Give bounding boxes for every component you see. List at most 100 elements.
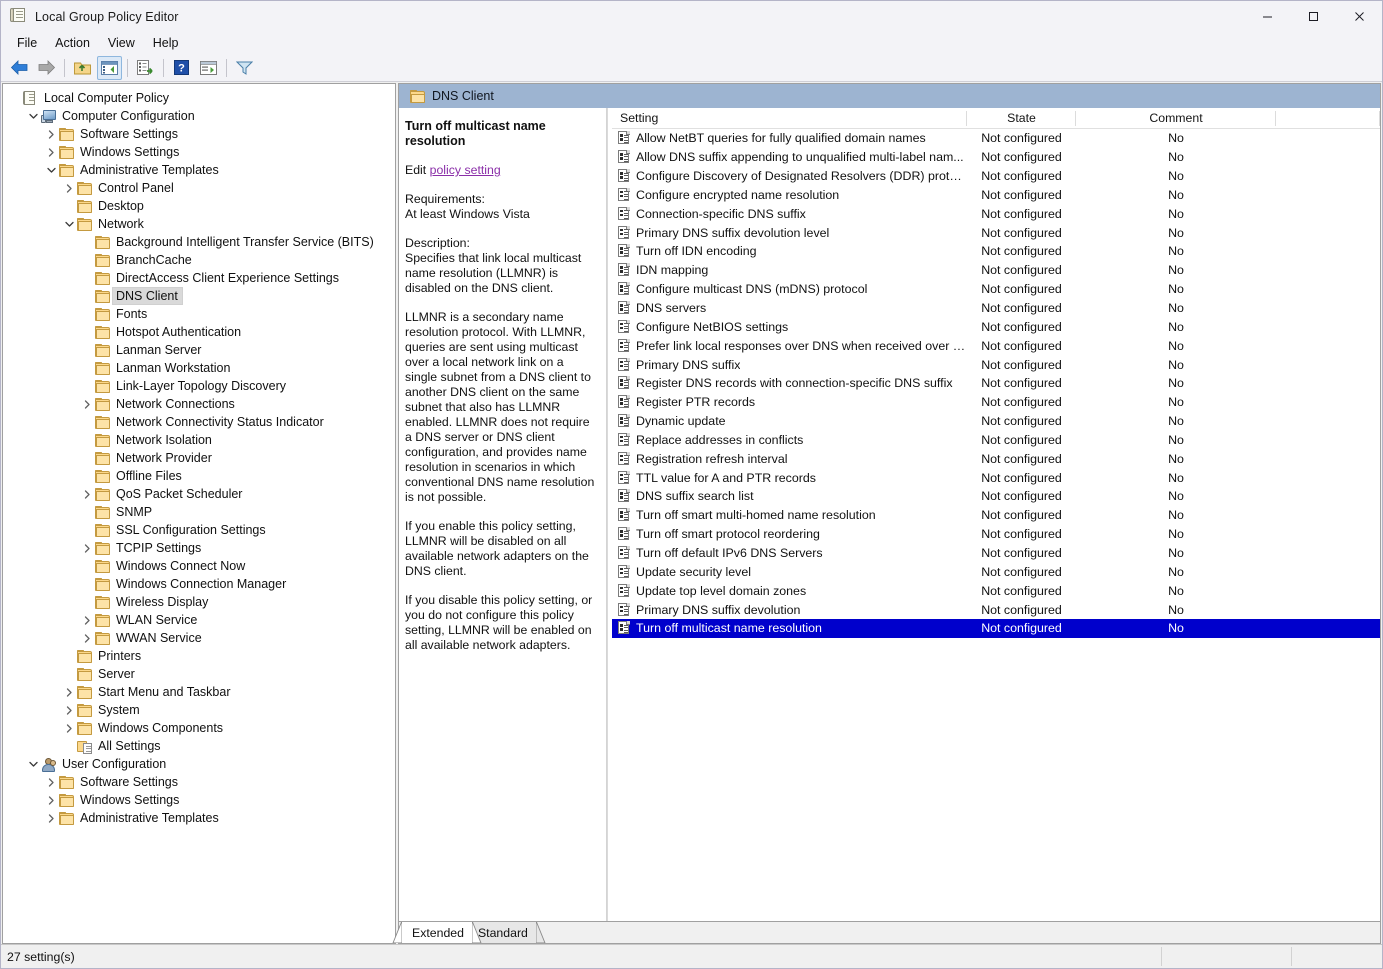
table-row[interactable]: Configure multicast DNS (mDNS) protocol N… — [612, 280, 1380, 299]
tree-item-software-settings[interactable]: Software Settings — [3, 773, 395, 791]
chevron-down-icon[interactable] — [25, 756, 41, 772]
table-row[interactable]: Turn off smart multi-homed name resoluti… — [612, 506, 1380, 525]
tree-item-branchcache[interactable]: BranchCache — [3, 251, 395, 269]
tree-item-control-panel[interactable]: Control Panel — [3, 179, 395, 197]
tree-item-network-connectivity-status-indicator[interactable]: Network Connectivity Status Indicator — [3, 413, 395, 431]
tree-item-background-intelligent-transfer-service-bits[interactable]: Background Intelligent Transfer Service … — [3, 233, 395, 251]
forward-icon[interactable] — [34, 56, 59, 80]
table-row[interactable]: Update top level domain zones Not configu… — [612, 581, 1380, 600]
show-hide-action-pane-icon[interactable] — [196, 56, 221, 80]
tree-item-hotspot-authentication[interactable]: Hotspot Authentication — [3, 323, 395, 341]
tree-item-lanman-workstation[interactable]: Lanman Workstation — [3, 359, 395, 377]
chevron-right-icon[interactable] — [43, 810, 59, 826]
menu-view[interactable]: View — [99, 34, 144, 52]
table-row[interactable]: Primary DNS suffix devolution level Not c… — [612, 223, 1380, 242]
menu-help[interactable]: Help — [144, 34, 188, 52]
tree-item-windows-connect-now[interactable]: Windows Connect Now — [3, 557, 395, 575]
tree-item-fonts[interactable]: Fonts — [3, 305, 395, 323]
tree-item-tcpip-settings[interactable]: TCPIP Settings — [3, 539, 395, 557]
tree-item-snmp[interactable]: SNMP — [3, 503, 395, 521]
export-list-icon[interactable] — [133, 56, 158, 80]
tree-item-server[interactable]: Server — [3, 665, 395, 683]
tree-item-windows-settings[interactable]: Windows Settings — [3, 143, 395, 161]
tree-item-windows-components[interactable]: Windows Components — [3, 719, 395, 737]
table-row[interactable]: Register PTR records Not configured No — [612, 393, 1380, 412]
table-row[interactable]: DNS suffix search list Not configured No — [612, 487, 1380, 506]
chevron-right-icon[interactable] — [43, 792, 59, 808]
chevron-right-icon[interactable] — [61, 180, 77, 196]
close-button[interactable] — [1336, 1, 1382, 32]
chevron-down-icon[interactable] — [43, 162, 59, 178]
tree-item-wlan-service[interactable]: WLAN Service — [3, 611, 395, 629]
help-icon[interactable]: ? — [169, 56, 194, 80]
table-row[interactable]: Replace addresses in conflicts Not config… — [612, 431, 1380, 450]
tree-item-desktop[interactable]: Desktop — [3, 197, 395, 215]
table-row[interactable]: Allow DNS suffix appending to unqualifie… — [612, 148, 1380, 167]
chevron-right-icon[interactable] — [79, 630, 95, 646]
tree-item-dns-client[interactable]: DNS Client — [3, 287, 395, 305]
chevron-right-icon[interactable] — [61, 702, 77, 718]
column-header-state[interactable]: State — [967, 108, 1076, 129]
table-row[interactable]: Update security level Not configured No — [612, 562, 1380, 581]
tree-item-system[interactable]: System — [3, 701, 395, 719]
chevron-right-icon[interactable] — [79, 486, 95, 502]
tree-item-wireless-display[interactable]: Wireless Display — [3, 593, 395, 611]
tree-item-network-provider[interactable]: Network Provider — [3, 449, 395, 467]
table-row[interactable]: Configure Discovery of Designated Resolv… — [612, 167, 1380, 186]
show-hide-console-tree-icon[interactable] — [97, 55, 122, 80]
column-header-comment[interactable]: Comment — [1076, 108, 1276, 129]
chevron-down-icon[interactable] — [25, 108, 41, 124]
back-icon[interactable] — [7, 56, 32, 80]
filter-icon[interactable] — [232, 56, 257, 80]
tree-item-windows-settings[interactable]: Windows Settings — [3, 791, 395, 809]
tree-item-offline-files[interactable]: Offline Files — [3, 467, 395, 485]
chevron-right-icon[interactable] — [79, 540, 95, 556]
table-row[interactable]: Configure encrypted name resolution Not c… — [612, 186, 1380, 205]
tree-item-administrative-templates[interactable]: Administrative Templates — [3, 809, 395, 827]
tree-item-software-settings[interactable]: Software Settings — [3, 125, 395, 143]
menu-action[interactable]: Action — [46, 34, 99, 52]
maximize-button[interactable] — [1290, 1, 1336, 32]
console-tree-pane[interactable]: Local Computer Policy Computer Configurat… — [2, 83, 396, 944]
chevron-right-icon[interactable] — [43, 774, 59, 790]
chevron-right-icon[interactable] — [43, 126, 59, 142]
minimize-button[interactable] — [1244, 1, 1290, 32]
chevron-right-icon[interactable] — [61, 720, 77, 736]
tree-item-network-isolation[interactable]: Network Isolation — [3, 431, 395, 449]
tree-item-lanman-server[interactable]: Lanman Server — [3, 341, 395, 359]
tree-item-local-computer-policy[interactable]: Local Computer Policy — [3, 89, 395, 107]
table-row[interactable]: Dynamic update Not configured No — [612, 412, 1380, 431]
table-row[interactable]: Register DNS records with connection-spe… — [612, 374, 1380, 393]
table-row[interactable]: Turn off multicast name resolution Not co… — [612, 618, 1380, 638]
tree-item-computer-configuration[interactable]: Computer Configuration — [3, 107, 395, 125]
table-row[interactable]: Prefer link local responses over DNS whe… — [612, 336, 1380, 355]
tree-item-network[interactable]: Network — [3, 215, 395, 233]
column-header-setting[interactable]: Setting — [612, 108, 967, 129]
tree-item-wwan-service[interactable]: WWAN Service — [3, 629, 395, 647]
table-row[interactable]: DNS servers Not configured No — [612, 299, 1380, 318]
table-row[interactable]: Primary DNS suffix Not configured No — [612, 355, 1380, 374]
table-row[interactable]: IDN mapping Not configured No — [612, 261, 1380, 280]
table-row[interactable]: Turn off default IPv6 DNS Servers Not con… — [612, 544, 1380, 563]
tree-item-administrative-templates[interactable]: Administrative Templates — [3, 161, 395, 179]
table-row[interactable]: TTL value for A and PTR records Not confi… — [612, 468, 1380, 487]
table-row[interactable]: Turn off IDN encoding Not configured No — [612, 242, 1380, 261]
tree-item-link-layer-topology-discovery[interactable]: Link-Layer Topology Discovery — [3, 377, 395, 395]
tree-item-windows-connection-manager[interactable]: Windows Connection Manager — [3, 575, 395, 593]
table-row[interactable]: Registration refresh interval Not configu… — [612, 449, 1380, 468]
chevron-right-icon[interactable] — [79, 396, 95, 412]
tree-item-qos-packet-scheduler[interactable]: QoS Packet Scheduler — [3, 485, 395, 503]
tree-item-user-configuration[interactable]: User Configuration — [3, 755, 395, 773]
tree-item-start-menu-and-taskbar[interactable]: Start Menu and Taskbar — [3, 683, 395, 701]
table-row[interactable]: Allow NetBT queries for fully qualified … — [612, 129, 1380, 148]
tree-item-network-connections[interactable]: Network Connections — [3, 395, 395, 413]
table-row[interactable]: Turn off smart protocol reordering Not co… — [612, 525, 1380, 544]
chevron-right-icon[interactable] — [43, 144, 59, 160]
table-row[interactable]: Primary DNS suffix devolution Not configu… — [612, 600, 1380, 619]
table-row[interactable]: Connection-specific DNS suffix Not config… — [612, 204, 1380, 223]
tree-item-printers[interactable]: Printers — [3, 647, 395, 665]
tree-item-all-settings[interactable]: All Settings — [3, 737, 395, 755]
menu-file[interactable]: File — [8, 34, 46, 52]
table-row[interactable]: Configure NetBIOS settings Not configured… — [612, 317, 1380, 336]
chevron-right-icon[interactable] — [79, 612, 95, 628]
